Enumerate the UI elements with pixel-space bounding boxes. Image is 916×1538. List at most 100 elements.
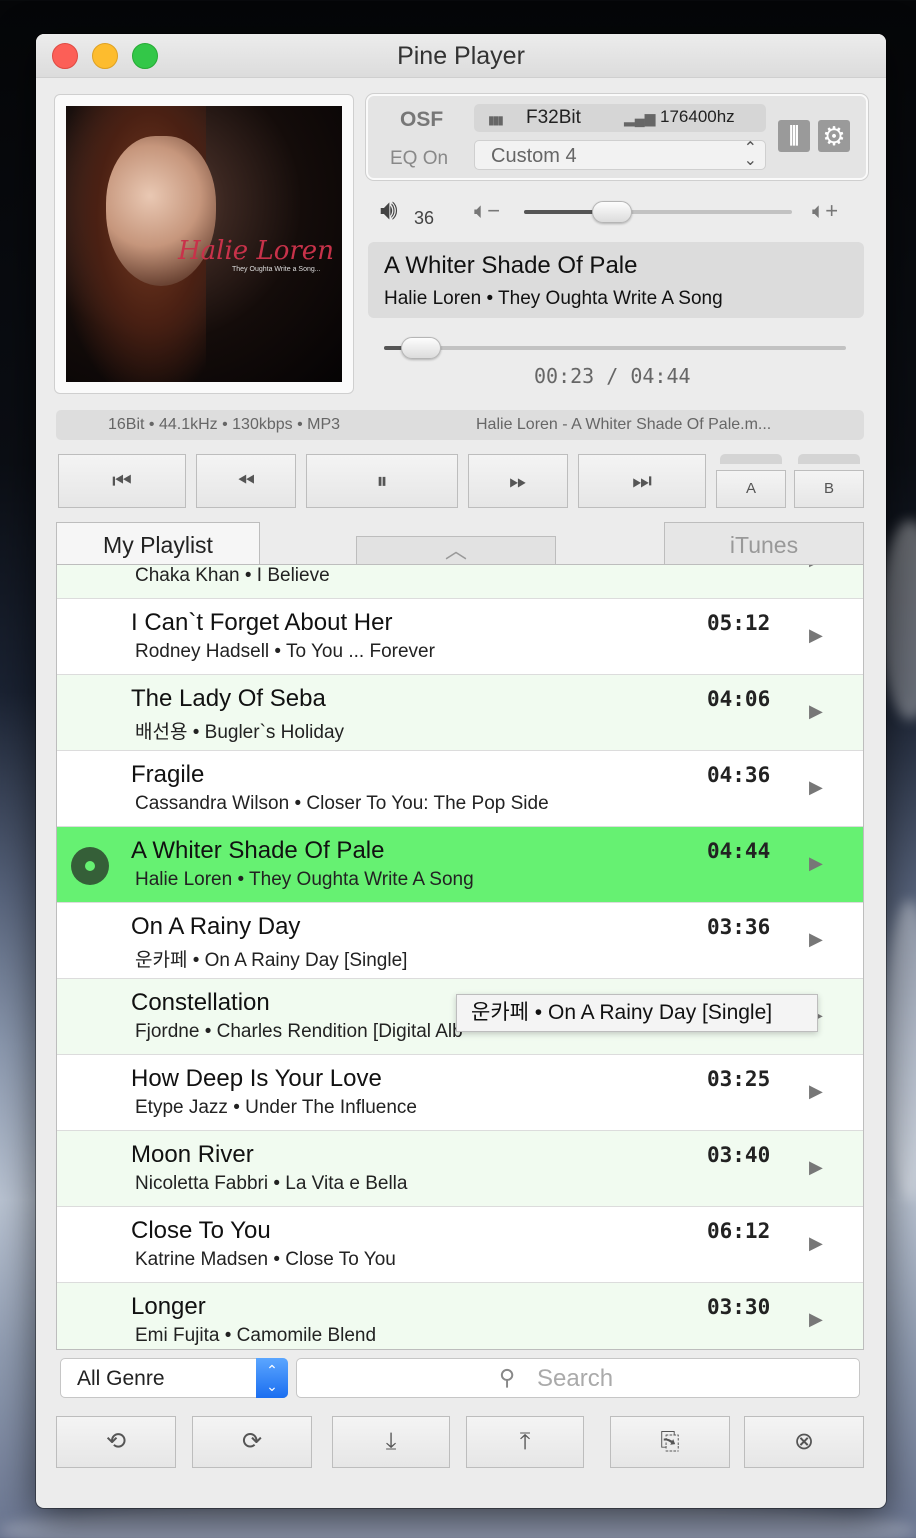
now-playing-box: A Whiter Shade Of Pale Halie Loren • The… <box>368 242 864 318</box>
a-point-button[interactable]: A <box>716 470 786 508</box>
file-name-info: Halie Loren - A Whiter Shade Of Pale.m..… <box>476 416 772 433</box>
list-item[interactable]: A Whiter Shade Of Pale Halie Loren • They… <box>57 827 863 903</box>
track-title: How Deep Is Your Love <box>131 1065 382 1092</box>
play-arrow-icon[interactable]: ▶ <box>809 853 823 874</box>
play-arrow-icon[interactable]: ▶ <box>809 701 823 722</box>
bit-format-value: F32Bit <box>526 107 581 128</box>
track-subtitle: Nicoletta Fabbri • La Vita e Bella <box>135 1173 408 1194</box>
track-duration: 03:40 <box>707 1143 771 1167</box>
now-playing-disc-icon <box>71 847 109 885</box>
track-subtitle: Rodney Hadsell • To You ... Forever <box>135 641 435 662</box>
window-title: Pine Player <box>397 42 525 70</box>
eq-preset-select[interactable]: Custom 4 ⌃ ⌄ <box>474 140 766 170</box>
track-title: Close To You <box>131 1217 271 1244</box>
volume-up-icon[interactable]: 🔈︎+ <box>812 198 838 224</box>
play-arrow-icon[interactable]: ▶ <box>809 1233 823 1254</box>
volume-row: 🔊︎ 36 🔈︎− 🔈︎+ <box>380 194 860 234</box>
tab-my-playlist[interactable]: My Playlist <box>56 522 260 566</box>
pause-icon: ⏸︎ <box>376 468 388 493</box>
repeat-button[interactable]: ⟲ <box>56 1416 176 1468</box>
list-item[interactable]: The Lady Of Seba 배선용 • Bugler`s Holiday 04… <box>57 675 863 751</box>
skip-back-icon: ⏮︎ <box>112 468 132 493</box>
repeat-icon: ⟲ <box>105 1428 127 1455</box>
gear-icon[interactable]: ⚙ <box>818 120 850 152</box>
zoom-window-button[interactable] <box>132 43 158 69</box>
chevron-updown-icon[interactable]: ⌃ ⌄ <box>256 1358 288 1398</box>
rewind-icon: ⏪︎ <box>237 468 255 493</box>
track-subtitle: 운카페 • On A Rainy Day [Single] <box>135 950 408 971</box>
repeat-all-icon: ⟳ <box>241 1428 263 1455</box>
genre-value: All Genre <box>77 1367 165 1390</box>
previous-track-button[interactable]: ⏮︎ <box>58 454 186 508</box>
title-bar: Pine Player <box>36 34 886 78</box>
track-duration: 03:25 <box>707 1067 771 1091</box>
tab-itunes[interactable]: iTunes <box>664 522 864 566</box>
track-subtitle: 배선용 • Bugler`s Holiday <box>135 722 345 743</box>
export-button[interactable]: ⤒ <box>466 1416 584 1468</box>
main-window: Pine Player Halie Loren They Oughta Writ… <box>36 34 886 1508</box>
format-pill: ▮▮▮ F32Bit ▂▄▆ 176400hz <box>474 104 766 132</box>
play-arrow-icon[interactable]: ▶ <box>809 565 823 570</box>
pause-button[interactable]: ⏸︎ <box>306 454 458 508</box>
playback-time: 00:23 / 04:44 <box>534 364 691 388</box>
search-field[interactable]: ⚲ Search <box>296 1358 860 1398</box>
play-arrow-icon[interactable]: ▶ <box>809 625 823 646</box>
engine-label: OSF <box>400 108 444 131</box>
list-item[interactable]: Longer Emi Fujita • Camomile Blend 03:30 ▶ <box>57 1283 863 1349</box>
seek-slider[interactable] <box>384 337 846 359</box>
track-duration: 04:36 <box>707 763 771 787</box>
track-title: I Can`t Forget About Her <box>131 609 393 636</box>
track-duration: 04:06 <box>707 687 771 711</box>
playlist[interactable]: Chaka Khan • I Believe▶I Can`t Forget Ab… <box>56 564 864 1350</box>
collapse-toggle-button[interactable]: ︿ <box>356 536 556 566</box>
track-subtitle: Cassandra Wilson • Closer To You: The Po… <box>135 793 549 814</box>
volume-down-icon[interactable]: 🔈︎− <box>474 198 500 224</box>
list-item[interactable]: Fragile Cassandra Wilson • Closer To You:… <box>57 751 863 827</box>
seek-slider-knob[interactable] <box>401 337 441 359</box>
play-arrow-icon[interactable]: ▶ <box>809 777 823 798</box>
track-subtitle: Etype Jazz • Under The Influence <box>135 1097 417 1118</box>
now-playing-title: A Whiter Shade Of Pale <box>384 252 638 279</box>
close-window-button[interactable] <box>52 43 78 69</box>
list-item[interactable]: I Can`t Forget About Her Rodney Hadsell •… <box>57 599 863 675</box>
volume-slider[interactable] <box>524 201 792 223</box>
repeat-all-button[interactable]: ⟳ <box>192 1416 312 1468</box>
a-point-indicator <box>720 454 782 464</box>
search-placeholder: Search <box>537 1365 614 1392</box>
b-point-button[interactable]: B <box>794 470 864 508</box>
album-art-artist-script: Halie Loren <box>178 236 334 266</box>
clear-playlist-button[interactable]: ⊗ <box>744 1416 864 1468</box>
track-title: A Whiter Shade Of Pale <box>131 837 385 864</box>
next-track-button[interactable]: ⏭︎ <box>578 454 706 508</box>
fast-forward-icon: ⏩︎ <box>509 468 527 493</box>
rewind-button[interactable]: ⏪︎ <box>196 454 296 508</box>
play-arrow-icon[interactable]: ▶ <box>809 1081 823 1102</box>
volume-slider-knob[interactable] <box>592 201 632 223</box>
list-item[interactable]: Moon River Nicoletta Fabbri • La Vita e B… <box>57 1131 863 1207</box>
volume-value: 36 <box>414 208 435 228</box>
play-arrow-icon[interactable]: ▶ <box>809 1157 823 1178</box>
album-art-frame: Halie Loren They Oughta Write a Song... <box>54 94 354 394</box>
download-icon: ⤓ <box>385 1428 397 1455</box>
speaker-icon[interactable]: 🔊︎ <box>380 194 398 227</box>
list-item[interactable]: How Deep Is Your Love Etype Jazz • Under … <box>57 1055 863 1131</box>
track-subtitle: Emi Fujita • Camomile Blend <box>135 1325 377 1346</box>
minimize-window-button[interactable] <box>92 43 118 69</box>
import-button[interactable]: ⤓ <box>332 1416 450 1468</box>
list-item[interactable]: Chaka Khan • I Believe ▶ <box>57 565 863 599</box>
list-item[interactable]: Close To You Katrine Madsen • Close To Yo… <box>57 1207 863 1283</box>
track-duration: 06:12 <box>707 1219 771 1243</box>
track-subtitle: Fjordne • Charles Rendition [Digital Alb <box>135 1021 463 1042</box>
list-item[interactable]: On A Rainy Day 운카페 • On A Rainy Day [Sing… <box>57 903 863 979</box>
play-arrow-icon[interactable]: ▶ <box>809 1309 823 1330</box>
play-arrow-icon[interactable]: ▶ <box>809 929 823 950</box>
equalizer-icon[interactable]: ⫼ <box>778 120 810 152</box>
remove-file-button[interactable]: ⎘ <box>610 1416 730 1468</box>
album-art-caption: They Oughta Write a Song... <box>232 266 321 273</box>
fast-forward-button[interactable]: ⏩︎ <box>468 454 568 508</box>
tooltip: 운카페 • On A Rainy Day [Single] <box>456 994 818 1032</box>
album-art[interactable]: Halie Loren They Oughta Write a Song... <box>66 106 342 382</box>
track-subtitle: Katrine Madsen • Close To You <box>135 1249 396 1270</box>
genre-select[interactable]: All Genre ⌃ ⌄ <box>60 1358 288 1398</box>
eq-state-label[interactable]: EQ On <box>390 148 448 170</box>
